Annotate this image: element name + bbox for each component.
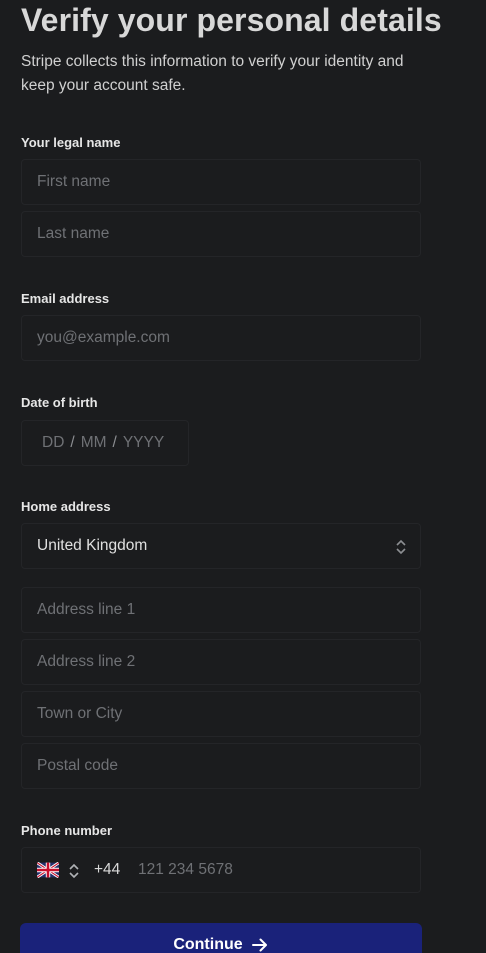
country-value: United Kingdom [37,537,148,554]
phone-country-code: +44 [94,861,121,878]
city-input[interactable] [37,692,407,736]
address-line1-field[interactable] [21,587,421,633]
address-line2-input[interactable] [37,640,407,684]
postal-code-input[interactable] [37,744,407,788]
arrow-right-icon [251,938,267,952]
page-subtitle: Stripe collects this information to veri… [21,53,404,94]
first-name-field[interactable] [21,159,421,205]
chevron-updown-icon[interactable] [68,861,80,881]
first-name-input[interactable] [37,160,407,204]
dob-day[interactable]: DD [42,434,64,452]
page-title: Verify your personal details [21,2,442,38]
dob-separator: / [112,434,117,451]
verify-details-page: Verify your personal details Stripe coll… [0,0,486,953]
phone-field[interactable]: +44 [21,847,421,893]
address-line1-input[interactable] [37,588,407,632]
dob-label: Date of birth [21,395,98,410]
dob-separator: / [70,434,75,451]
dob-year[interactable]: YYYY [123,434,164,452]
continue-label: Continue [173,936,243,953]
legal-name-label: Your legal name [21,135,121,150]
last-name-field[interactable] [21,211,421,257]
last-name-input[interactable] [37,212,407,256]
home-address-label: Home address [21,499,111,514]
uk-flag-icon[interactable] [37,862,59,878]
phone-input[interactable] [138,848,398,892]
continue-button[interactable]: Continue [20,923,422,953]
email-label: Email address [21,291,110,306]
postal-code-field[interactable] [21,743,421,789]
chevron-updown-icon [396,539,406,555]
email-input[interactable] [37,316,407,360]
city-field[interactable] [21,691,421,737]
phone-label: Phone number [21,823,113,838]
dob-field[interactable]: DD / MM / YYYY [21,420,189,466]
country-select[interactable]: United Kingdom [21,523,421,569]
address-line2-field[interactable] [21,639,421,685]
dob-month[interactable]: MM [81,434,107,452]
email-field[interactable] [21,315,421,361]
